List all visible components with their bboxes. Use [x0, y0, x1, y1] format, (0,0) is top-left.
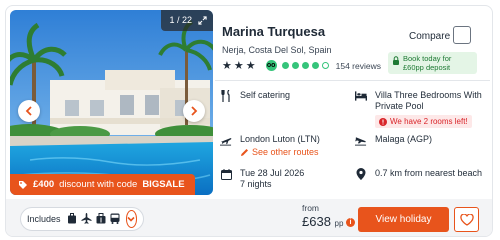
departure-airport: London Luton (LTN) [240, 134, 320, 144]
arrival: Malaga (AGP) [355, 134, 432, 146]
alert-icon [379, 117, 387, 126]
price: £638 pp [302, 214, 343, 229]
board-basis: Self catering [220, 90, 290, 102]
heart-icon [459, 213, 474, 226]
star-icon: ★ [233, 60, 244, 72]
cutlery-icon [220, 90, 232, 102]
rooms-left-text: We have 2 rooms left! [390, 117, 468, 126]
travel-date: Tue 28 Jul 2026 7 nights [220, 168, 304, 190]
discount-code: BIGSALE [142, 179, 185, 190]
next-photo-button[interactable] [183, 100, 205, 122]
hotel-photo[interactable]: 1 / 22 £400 discount with code BIGSALE [10, 10, 213, 195]
from-label: from [302, 203, 319, 213]
hotel-location: Nerja, Costa Del Sol, Spain [222, 45, 332, 55]
rating-dot [311, 62, 319, 69]
holiday-card: 1 / 22 £400 discount with code BIGSALE M… [5, 5, 493, 237]
info-icon[interactable]: i [346, 218, 355, 227]
nights-text: 7 nights [240, 179, 272, 189]
deposit-text: Book today for £60pp deposit [403, 54, 452, 72]
transfer-icon [110, 213, 120, 226]
tripadvisor-icon: oo [265, 60, 277, 71]
discount-banner: £400 discount with code BIGSALE [10, 174, 195, 195]
bed-icon [355, 90, 367, 102]
star-icon: ★ [245, 60, 256, 72]
hand-luggage-icon [96, 212, 106, 226]
deposit-badge: Book today for £60pp deposit [388, 52, 477, 74]
card-footer: Includes from £638 pp i View holiday [6, 199, 492, 236]
discount-amount: £400 [33, 179, 55, 190]
other-routes-link[interactable]: See other routes [240, 147, 320, 158]
rooms-left-badge: We have 2 rooms left! [375, 115, 472, 128]
room-type: Villa Three Bedrooms With Private Pool W… [355, 90, 485, 129]
star-icon: ★ [222, 60, 232, 72]
tag-icon [19, 180, 27, 189]
plane-departure-icon [220, 134, 232, 146]
room-text: Villa Three Bedrooms With Private Pool [375, 90, 482, 111]
rating-dot-empty [321, 62, 329, 69]
previous-photo-button[interactable] [18, 100, 40, 122]
view-holiday-button[interactable]: View holiday [358, 207, 449, 232]
hotel-name[interactable]: Marina Turquesa [222, 24, 325, 39]
flight-icon [81, 212, 92, 226]
calendar-icon [220, 168, 232, 180]
location-pin-icon [355, 168, 367, 180]
review-count[interactable]: 154 reviews [336, 61, 381, 71]
departure: London Luton (LTN) See other routes [220, 134, 320, 158]
favourite-button[interactable] [454, 207, 479, 232]
discount-text: discount with code [59, 179, 138, 190]
expand-includes-button[interactable] [125, 210, 137, 228]
arrival-airport: Malaga (AGP) [375, 134, 433, 144]
lock-icon [393, 56, 399, 65]
price-value: £638 [302, 214, 331, 229]
price-per-person: pp [334, 219, 344, 228]
pencil-icon [241, 149, 248, 156]
photo-counter: 1 / 22 [161, 10, 213, 31]
rating-dot [301, 62, 309, 69]
divider [215, 80, 490, 81]
photo-counter-text: 1 / 22 [169, 15, 192, 25]
chevron-down-icon [127, 216, 135, 222]
plane-arrival-icon [355, 134, 367, 146]
includes-pill[interactable]: Includes [20, 207, 144, 231]
expand-icon[interactable] [198, 16, 207, 25]
compare-label: Compare [409, 31, 451, 42]
rating-dot [281, 62, 289, 69]
date-text: Tue 28 Jul 2026 [240, 168, 305, 178]
compare-checkbox[interactable] [453, 26, 471, 44]
luggage-icon [67, 212, 77, 226]
includes-label: Includes [27, 214, 61, 224]
board-text: Self catering [240, 90, 291, 100]
hotel-photo-image [10, 10, 213, 195]
rating-row: ★ ★ ★ oo 154 reviews [222, 59, 381, 72]
beach-distance: 0.7 km from nearest beach [355, 168, 482, 180]
chevron-right-icon [191, 106, 198, 116]
other-routes-text: See other routes [252, 147, 319, 157]
chevron-left-icon [25, 106, 32, 116]
distance-text: 0.7 km from nearest beach [375, 168, 483, 178]
rating-dot [291, 62, 299, 69]
